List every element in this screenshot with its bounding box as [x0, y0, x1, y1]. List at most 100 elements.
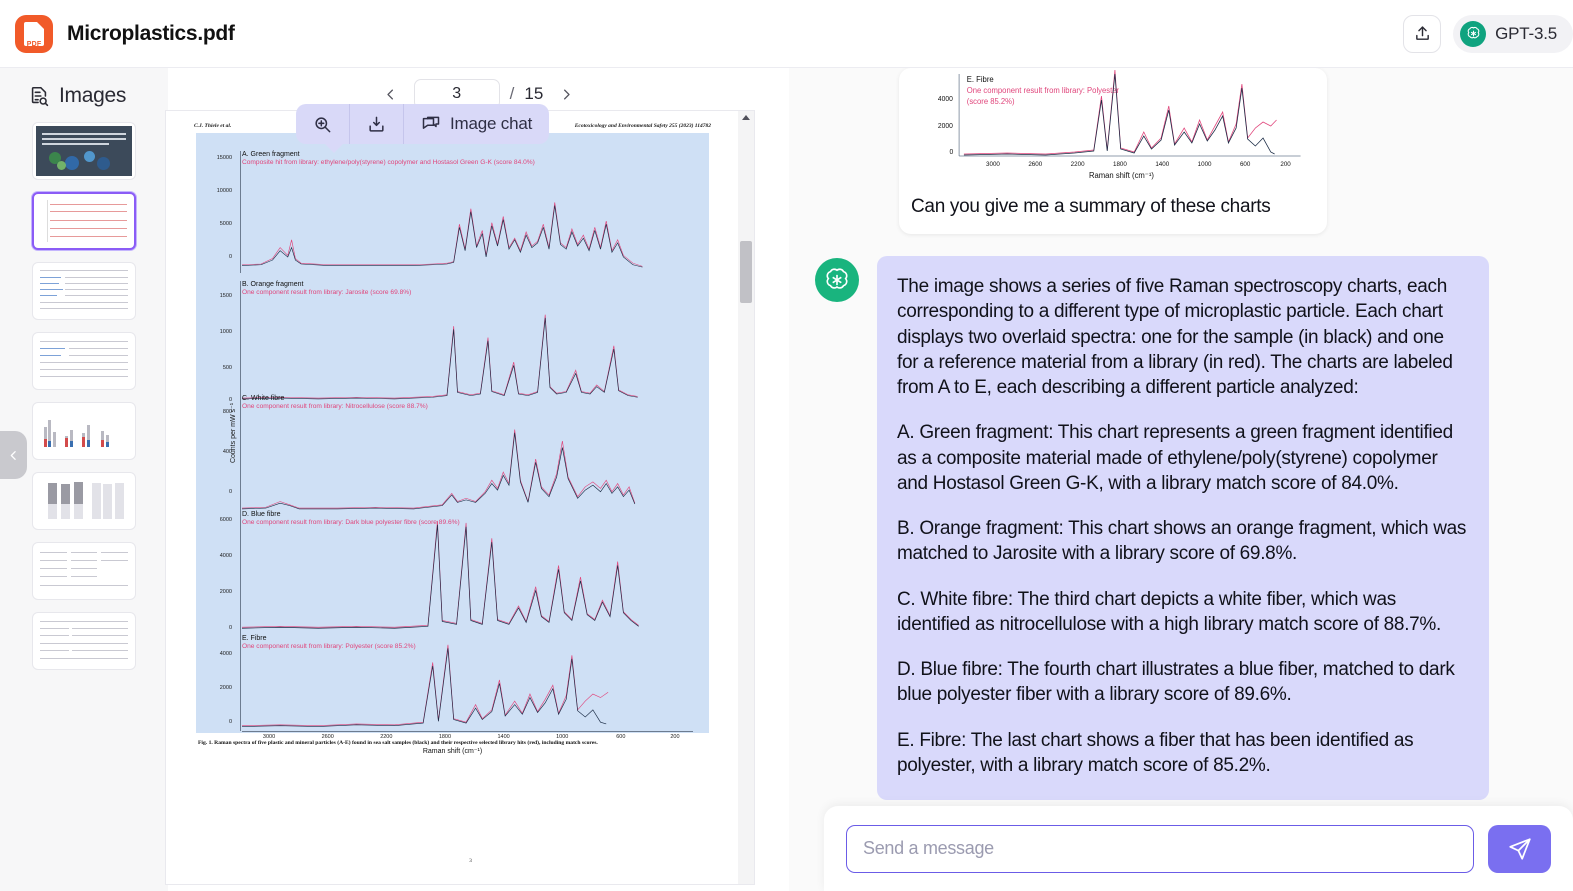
svg-text:1000: 1000 [1198, 161, 1212, 168]
scroll-up-arrow-icon[interactable] [742, 115, 750, 120]
download-icon [367, 115, 386, 134]
svg-text:1800: 1800 [1113, 161, 1127, 168]
top-bar-actions: GPT-3.5 [1403, 15, 1573, 53]
panel-d-ytick-0: 0 [198, 625, 232, 631]
pdf-icon-label: PDF [27, 41, 42, 48]
panel-a-spectrum [242, 193, 652, 271]
x-axis-label: Raman shift (cm⁻¹) [196, 747, 709, 755]
xtick-1400: 1400 [497, 734, 509, 740]
model-badge[interactable]: GPT-3.5 [1453, 15, 1573, 53]
assistant-paragraph-1: A. Green fragment: This chart represents… [897, 420, 1469, 496]
panel-c-description: One component result from library: Nitro… [242, 403, 699, 411]
panel-a-description: Composite hit from library: ethylene/pol… [242, 159, 699, 167]
sidebar-collapse-handle[interactable] [0, 431, 27, 479]
thumbnail-item-6[interactable] [32, 472, 136, 530]
panel-e-ytick-4000: 4000 [198, 651, 232, 657]
svg-text:200: 200 [1280, 161, 1291, 168]
panel-b-ytick-1000: 1000 [198, 329, 232, 335]
total-pages-label: 15 [524, 84, 543, 104]
thumbnail-item-2[interactable] [32, 192, 136, 250]
thumbnail-item-3[interactable] [32, 262, 136, 320]
scrollbar-thumb[interactable] [740, 241, 752, 303]
assistant-paragraph-2: B. Orange fragment: This chart shows an … [897, 516, 1469, 567]
next-page-button[interactable] [553, 81, 579, 107]
assistant-paragraph-5: E. Fibre: The last chart shows a fiber t… [897, 728, 1469, 779]
panel-d-ytick-4000: 4000 [198, 553, 232, 559]
svg-text:4000: 4000 [938, 96, 953, 103]
thumbnail-item-8[interactable] [32, 612, 136, 670]
panel-c-ytick-800: 800 [198, 409, 232, 415]
figure-1: Counts per mW s⁻¹ 15000 10000 5000 0 A. … [196, 133, 709, 733]
xtick-200: 200 [670, 734, 679, 740]
panel-b-spectrum [242, 313, 652, 403]
panel-a-ytick-10000: 10000 [198, 188, 232, 194]
panel-b-description: One component result from library: Jaros… [242, 289, 699, 297]
svg-text:One component result from libr: One component result from library: Polye… [967, 86, 1120, 95]
openai-logo-icon [1460, 21, 1486, 47]
send-paper-plane-icon [1507, 836, 1533, 862]
chat-bubble-icon [421, 114, 441, 134]
share-button[interactable] [1403, 15, 1441, 53]
sidebar-header: Images [0, 68, 168, 118]
assistant-paragraph-4: D. Blue fibre: The fourth chart illustra… [897, 657, 1469, 708]
panel-c-ytick-400: 400 [198, 449, 232, 455]
panel-d-spectrum [242, 519, 652, 635]
panel-b-ytick-1500: 1500 [198, 293, 232, 299]
top-bar: PDF Microplastics.pdf GPT-3.5 [0, 0, 1573, 68]
send-button[interactable] [1488, 825, 1551, 873]
chevron-right-icon [559, 87, 574, 102]
panel-a-ytick-15000: 15000 [198, 155, 232, 161]
thumbnail-item-1[interactable] [32, 122, 136, 180]
panel-b-ytick-500: 500 [198, 365, 232, 371]
page-scrollbar[interactable] [738, 111, 754, 885]
svg-text:Raman shift (cm⁻¹): Raman shift (cm⁻¹) [1089, 171, 1154, 180]
panel-d-ytick-2000: 2000 [198, 589, 232, 595]
message-input[interactable] [846, 825, 1474, 873]
download-image-button[interactable] [349, 104, 403, 144]
svg-text:E. Fibre: E. Fibre [967, 75, 994, 84]
pdf-page: C.J. Thiele et al. Ecotoxicology and Env… [166, 111, 739, 885]
svg-text:600: 600 [1240, 161, 1251, 168]
assistant-avatar [815, 258, 859, 302]
xtick-2200: 2200 [380, 734, 392, 740]
panel-c-title: C. White fibre [242, 395, 699, 402]
xtick-1800: 1800 [439, 734, 451, 740]
thumbnail-item-5[interactable] [32, 402, 136, 460]
user-message-text: Can you give me a summary of these chart… [911, 184, 1315, 218]
chevron-left-icon [383, 87, 398, 102]
images-sidebar: Images [0, 68, 168, 891]
app-root: PDF Microplastics.pdf GPT-3.5 [0, 0, 1573, 891]
assistant-paragraph-0: The image shows a series of five Raman s… [897, 274, 1469, 400]
x-axis-ticks: 3000 2600 2200 1800 1400 1000 600 200 [242, 734, 693, 744]
pdf-viewer: / 15 [168, 68, 789, 891]
thumbnail-item-4[interactable] [32, 332, 136, 390]
xtick-1000: 1000 [556, 734, 568, 740]
panel-c-ytick-0: 0 [198, 489, 232, 495]
panel-e-title: E. Fibre [242, 635, 699, 642]
image-chat-label: Image chat [450, 114, 532, 134]
chat-panel: E. Fibre One component result from libra… [789, 68, 1573, 891]
panel-a-ytick-5000: 5000 [198, 221, 232, 227]
svg-text:0: 0 [949, 149, 953, 156]
share-upload-icon [1414, 25, 1431, 42]
x-axis-line [242, 731, 693, 732]
user-message: E. Fibre One component result from libra… [899, 68, 1327, 234]
panel-d-ytick-6000: 6000 [198, 517, 232, 523]
panel-d-title: D. Blue fibre [242, 511, 699, 518]
panel-e-spectrum [242, 643, 652, 731]
assistant-bubble: The image shows a series of five Raman s… [877, 256, 1489, 800]
thumbnail-item-7[interactable] [32, 542, 136, 600]
model-badge-label: GPT-3.5 [1495, 24, 1557, 44]
xtick-600: 600 [616, 734, 625, 740]
chat-message-list[interactable]: E. Fibre One component result from libra… [789, 68, 1573, 891]
image-chat-button[interactable]: Image chat [403, 104, 549, 144]
zoom-in-button[interactable] [296, 104, 349, 144]
panel-b-ytick-0: 0 [198, 397, 232, 403]
page-footer-number: 3 [184, 858, 755, 864]
attached-chart-image[interactable]: E. Fibre One component result from libra… [911, 68, 1315, 184]
document-search-icon [28, 85, 50, 107]
document-title: Microplastics.pdf [67, 22, 235, 46]
pdf-page-container[interactable]: C.J. Thiele et al. Ecotoxicology and Env… [165, 110, 755, 885]
xtick-2600: 2600 [322, 734, 334, 740]
panel-c-spectrum [242, 423, 652, 513]
